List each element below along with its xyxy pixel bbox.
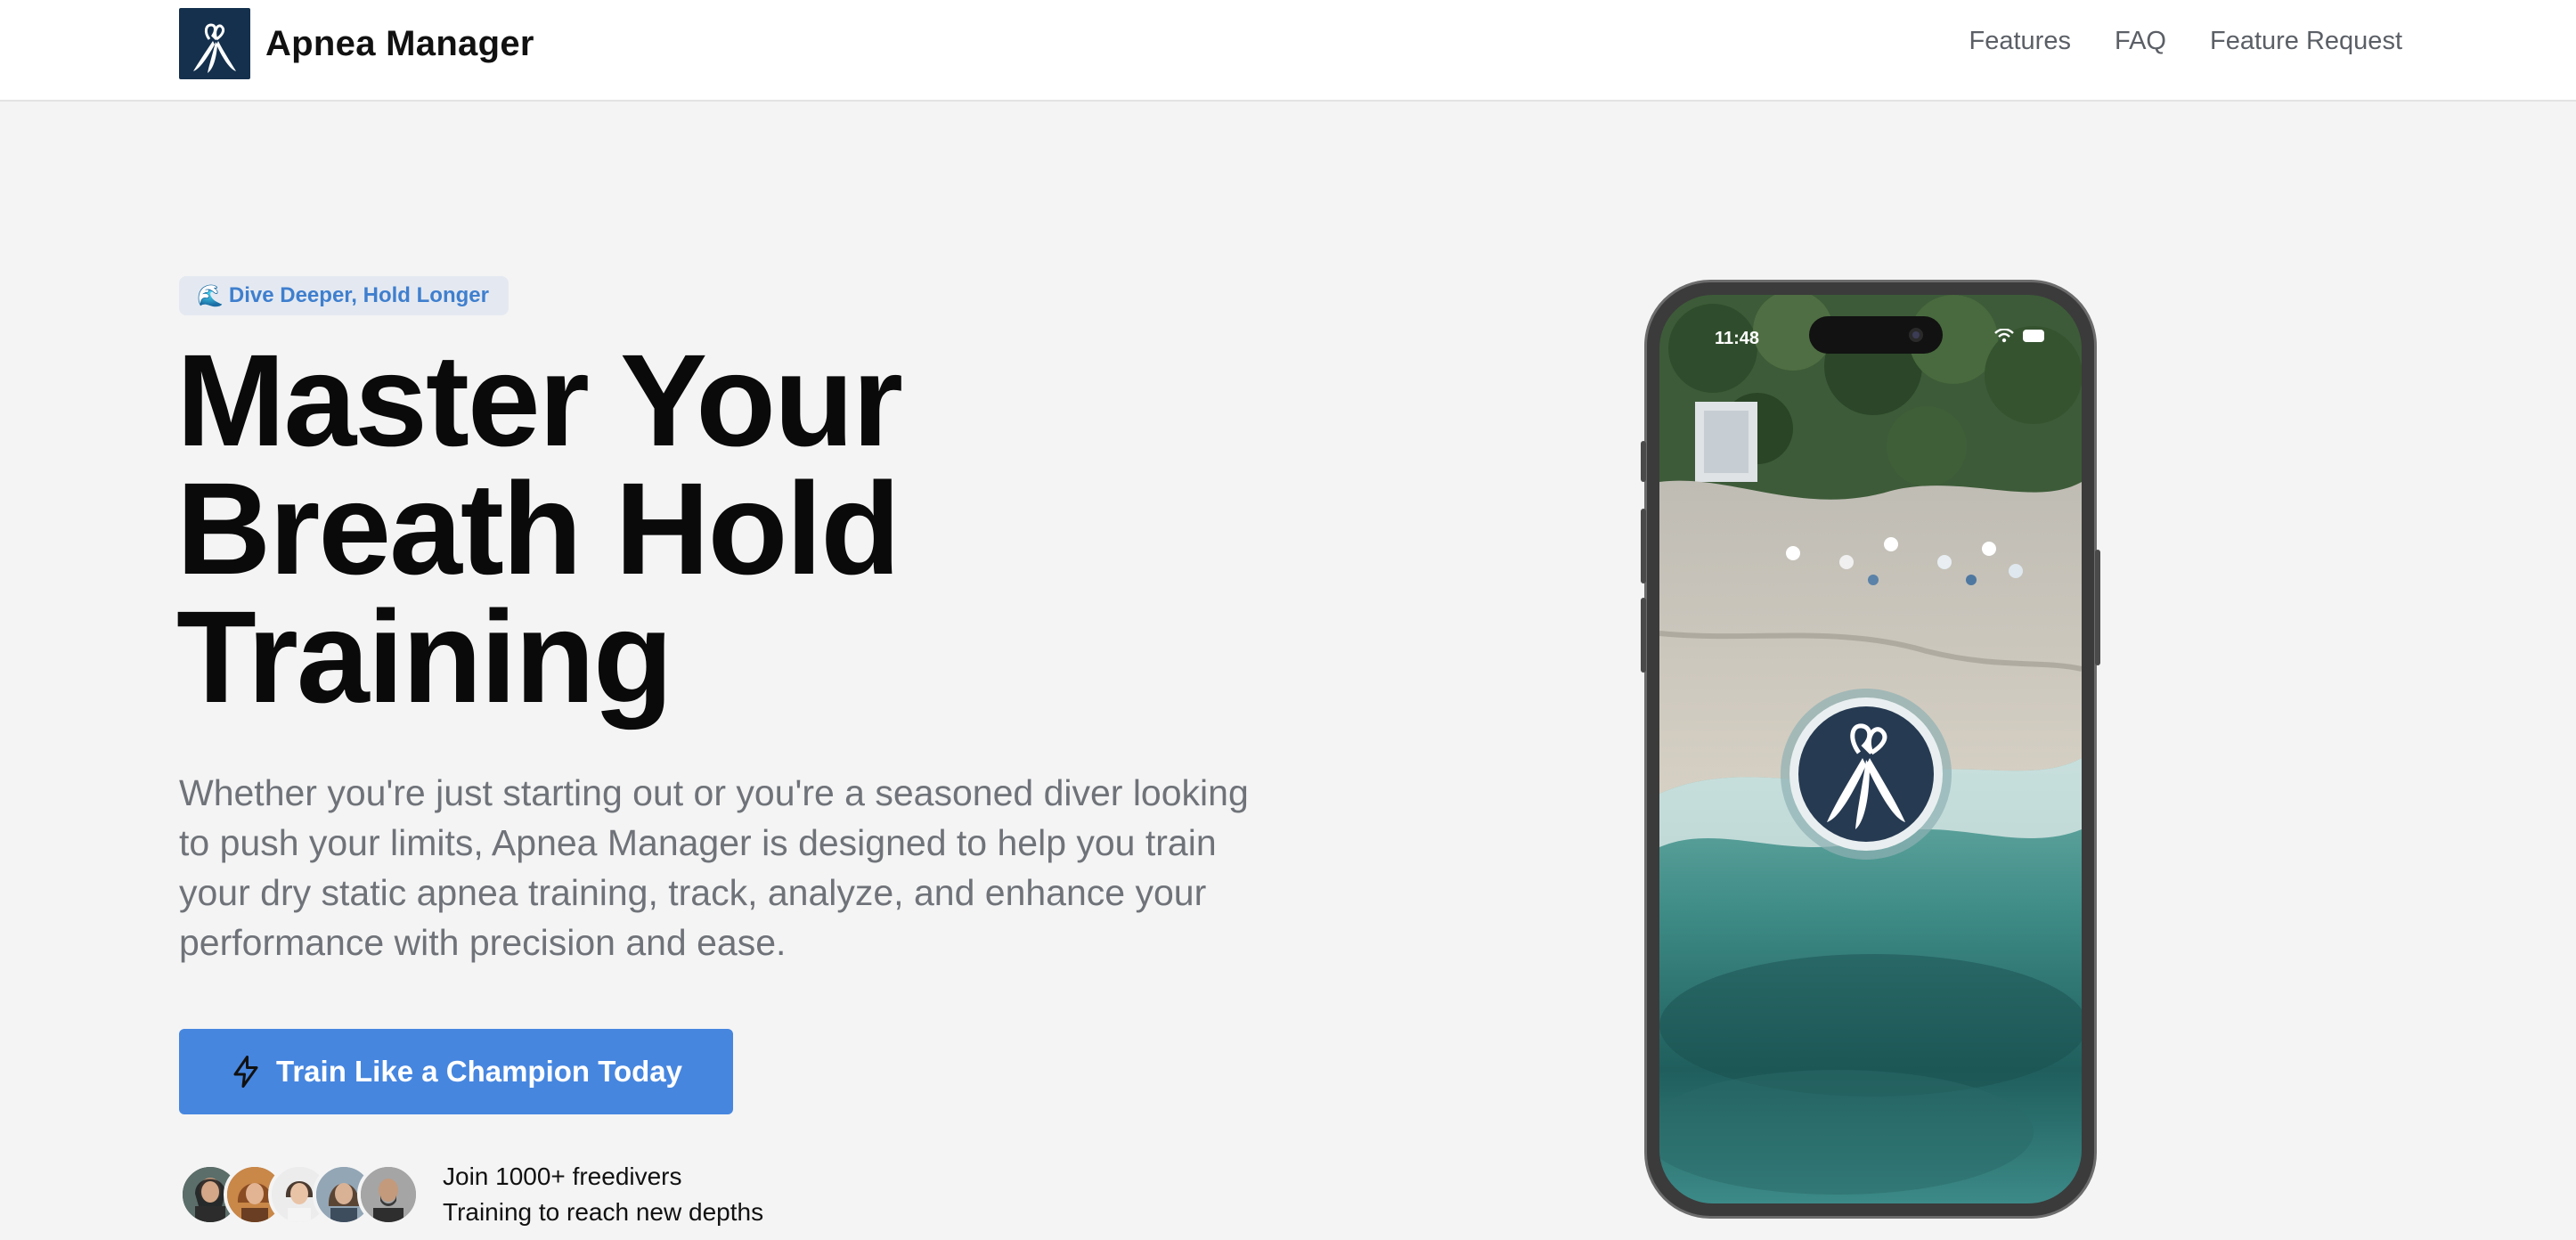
lightning-icon <box>233 1056 258 1088</box>
brand[interactable]: Apnea Manager <box>179 8 534 79</box>
nav-link-features[interactable]: Features <box>1969 27 2071 56</box>
hero-headline: Master Your Breath Hold Training <box>176 328 1245 730</box>
phone-side-button <box>1641 509 1646 583</box>
phone-side-button <box>2095 550 2100 665</box>
hero-description: Whether you're just starting out or you'… <box>179 772 1249 963</box>
avatar-group <box>179 1163 420 1226</box>
avatar <box>357 1163 420 1226</box>
main-nav: Features FAQ Feature Request <box>1969 27 2402 56</box>
headline-line-1: Master Your <box>176 328 903 474</box>
tagline-badge: 🌊 Dive Deeper, Hold Longer <box>179 276 509 315</box>
train-cta-button[interactable]: Train Like a Champion Today <box>179 1029 733 1114</box>
social-proof-line-2: Training to reach new depths <box>443 1198 764 1226</box>
dynamic-island <box>1809 316 1943 354</box>
tagline-badge-label: Dive Deeper, Hold Longer <box>228 283 489 307</box>
train-cta-label: Train Like a Champion Today <box>276 1055 682 1088</box>
battery-icon <box>2023 330 2044 342</box>
wifi-icon <box>1994 329 2014 343</box>
brand-name: Apnea Manager <box>265 23 534 63</box>
social-proof: Join 1000+ freedivers Training to reach … <box>179 1159 763 1230</box>
app-logo-icon <box>1781 689 1952 860</box>
phone-screen: 11:48 <box>1659 295 2082 1203</box>
phone-side-button <box>1641 441 1646 482</box>
status-icons <box>1994 329 2046 343</box>
phone-side-button <box>1641 598 1646 673</box>
phone-mockup: 11:48 <box>1641 280 2100 1219</box>
nav-link-faq[interactable]: FAQ <box>2115 27 2166 56</box>
wave-icon: 🌊 <box>197 283 224 308</box>
apnea-fins-logo-icon <box>179 8 250 79</box>
status-time: 11:48 <box>1715 329 1760 348</box>
nav-link-feature-request[interactable]: Feature Request <box>2210 27 2402 56</box>
social-proof-line-1: Join 1000+ freedivers <box>443 1162 682 1190</box>
headline-line-2: Breath Hold <box>176 456 901 602</box>
social-proof-text: Join 1000+ freedivers Training to reach … <box>443 1159 763 1230</box>
headline-line-3: Training <box>176 584 673 730</box>
site-header: Apnea Manager Features FAQ Feature Reque… <box>0 0 2576 102</box>
